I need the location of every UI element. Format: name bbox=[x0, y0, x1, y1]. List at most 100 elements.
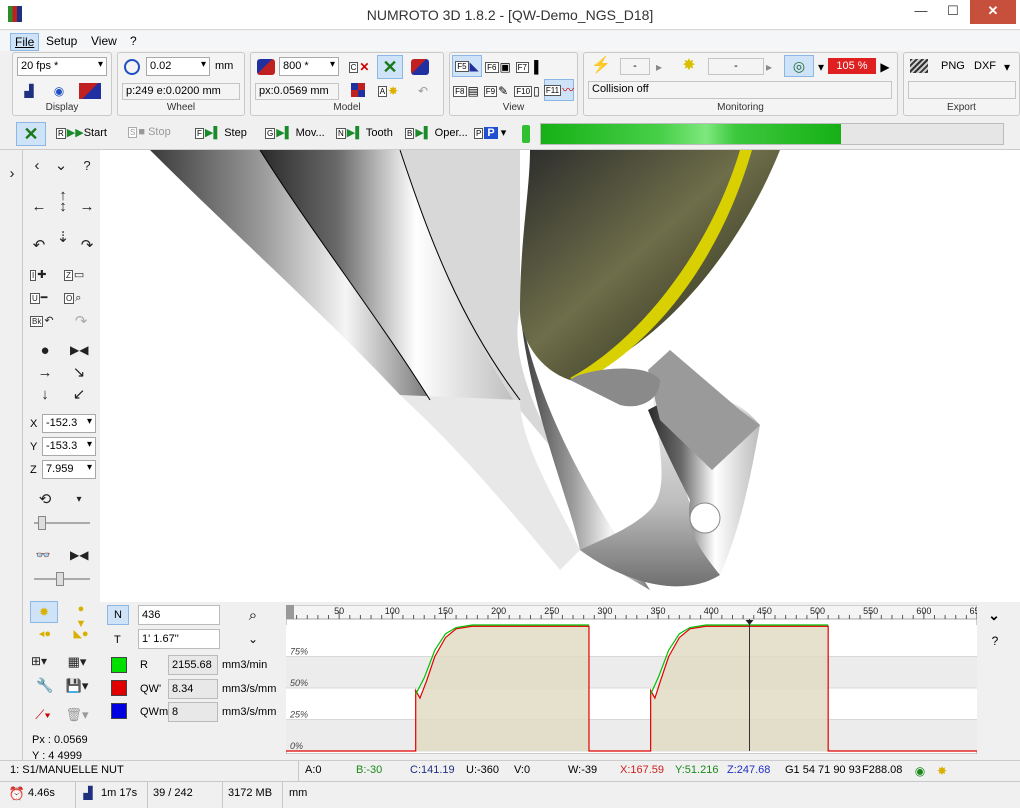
model-view-icon[interactable] bbox=[411, 59, 429, 75]
view-f11[interactable]: F11 〰 bbox=[543, 79, 574, 101]
pan-right-icon[interactable]: → bbox=[78, 199, 96, 214]
model-icon[interactable] bbox=[257, 59, 275, 75]
reset-button[interactable]: ✕ bbox=[16, 122, 46, 146]
point-icon[interactable]: ● bbox=[36, 343, 54, 358]
machine-icon[interactable]: ▟ bbox=[19, 83, 39, 99]
wheel-value-select[interactable]: 0.02 bbox=[146, 57, 210, 76]
operation-button[interactable]: B ▶▌ Oper... bbox=[405, 126, 468, 139]
removal-rate-chart[interactable]: 50 100 150 200 250 300 350 400 450 500 550 600 650 75… bbox=[286, 605, 977, 754]
zoom-in-button[interactable]: I ✚ bbox=[30, 268, 60, 283]
zoom-out-button[interactable]: U ━ bbox=[30, 291, 60, 306]
model-value-select[interactable]: 800 * bbox=[279, 57, 339, 76]
axis-a: A:0 bbox=[305, 764, 322, 776]
export-field bbox=[908, 81, 1016, 99]
close-model-icon[interactable]: ✕ bbox=[377, 55, 403, 79]
view-diagonal-down-icon[interactable]: ↘ bbox=[70, 365, 88, 380]
menu-help[interactable]: ? bbox=[126, 33, 141, 49]
view-f8[interactable]: F8 ▤ bbox=[452, 83, 480, 99]
move-button[interactable]: G ▶▌ Mov... bbox=[265, 126, 325, 139]
coolant-icon[interactable]: ◉ bbox=[912, 763, 928, 779]
export-dropdown-icon[interactable]: ▾ bbox=[1002, 59, 1012, 75]
view-f10[interactable]: F10 ▯ bbox=[512, 83, 542, 99]
x-coordinate-select[interactable]: -152.3 bbox=[42, 414, 96, 433]
export-stripes-icon[interactable] bbox=[910, 59, 928, 73]
export-dxf-button[interactable]: DXF bbox=[974, 60, 996, 72]
view-right-icon[interactable]: → bbox=[36, 365, 54, 380]
rotate-center-icon[interactable]: ⇣ bbox=[54, 230, 72, 245]
undo-icon[interactable]: ↶ bbox=[415, 83, 431, 99]
tooth-button[interactable]: N ▶▌ Tooth bbox=[336, 126, 393, 139]
rotation-dropdown-icon[interactable]: ▾ bbox=[70, 492, 88, 507]
help-icon[interactable]: ? bbox=[78, 158, 96, 173]
3d-viewport[interactable] bbox=[100, 150, 1020, 602]
step-button[interactable]: F ▶▌ Step bbox=[195, 126, 247, 139]
r-color-swatch[interactable] bbox=[111, 657, 127, 673]
light-corner-icon[interactable]: ◣● bbox=[72, 627, 90, 642]
glasses-icon[interactable]: 👓 bbox=[34, 548, 52, 563]
rotate-right-icon[interactable]: ↷ bbox=[78, 238, 96, 253]
view-f5[interactable]: F5 ◣ bbox=[452, 55, 482, 77]
transparency-slider[interactable] bbox=[34, 572, 90, 586]
mirror-icon[interactable]: ▶◀ bbox=[70, 343, 88, 358]
qw-color-swatch[interactable] bbox=[111, 680, 127, 696]
view-f9[interactable]: F9 ✎ bbox=[482, 83, 510, 99]
stripes-icon[interactable] bbox=[79, 83, 101, 99]
save-icon[interactable]: 💾▾ bbox=[64, 678, 90, 693]
spark-icon[interactable]: ✸ bbox=[934, 763, 950, 779]
maximize-button[interactable]: ☐ bbox=[938, 0, 968, 24]
view-f7[interactable]: F7 ▐ bbox=[514, 59, 540, 75]
grid-icon[interactable]: ▦▾ bbox=[64, 654, 90, 669]
wrench-icon[interactable]: 🔧 bbox=[36, 678, 54, 693]
rotate-left-icon[interactable]: ↶ bbox=[30, 238, 48, 253]
p-button[interactable]: PP ▾ bbox=[474, 126, 506, 139]
pan-center-icon[interactable]: ↕ bbox=[54, 199, 72, 214]
double-chevron-down-icon[interactable]: ⌄ bbox=[52, 158, 70, 173]
light-toggle-icon[interactable]: ✹ bbox=[30, 601, 58, 623]
menu-view[interactable]: View bbox=[87, 33, 121, 49]
checker-icon[interactable] bbox=[351, 83, 365, 97]
measure-icon[interactable]: ⟋▾ bbox=[30, 707, 56, 722]
pan-left-icon[interactable]: ← bbox=[30, 199, 48, 214]
stop-button[interactable]: S ■ Stop bbox=[128, 126, 171, 138]
sun-icon[interactable]: ✸ bbox=[680, 57, 698, 75]
zoom-window-button[interactable]: Z ▭ bbox=[64, 268, 94, 283]
back-view-button[interactable]: Bk ↶ bbox=[30, 314, 60, 329]
start-button[interactable]: R ▶▶Start bbox=[56, 126, 107, 139]
model-a-key[interactable]: A ✸ bbox=[375, 83, 401, 99]
menu-setup[interactable]: Setup bbox=[42, 33, 81, 49]
expand-arrow-icon[interactable]: › bbox=[6, 166, 18, 181]
view-f8-icon: ▤ bbox=[467, 84, 479, 98]
view-diagonal-left-icon[interactable]: ↙ bbox=[70, 387, 88, 402]
arrow-right-icon-2[interactable]: ▸ bbox=[764, 59, 774, 75]
collapse-chevron-icon[interactable]: ⌄ bbox=[986, 608, 1002, 622]
rotation-slider[interactable] bbox=[34, 516, 90, 530]
model-c-key[interactable]: C ✕ bbox=[347, 59, 371, 75]
view-f6[interactable]: F6 ▣ bbox=[484, 59, 512, 75]
rotation-icon[interactable]: ⟲ bbox=[36, 492, 54, 507]
zoom-search-button[interactable]: O ⌕ bbox=[64, 291, 94, 306]
play-icon[interactable]: ▶ bbox=[880, 59, 890, 75]
tool-color-icon[interactable]: ◉ bbox=[49, 83, 69, 99]
light-side-icon[interactable]: ◂● bbox=[36, 627, 54, 642]
search-icon[interactable]: ⌕ bbox=[244, 606, 262, 624]
view-down-icon[interactable]: ↓ bbox=[36, 387, 54, 402]
lightning-icon[interactable]: ⚡ bbox=[591, 57, 611, 75]
export-png-button[interactable]: PNG bbox=[941, 60, 965, 72]
mirror-2-icon[interactable]: ▶◀ bbox=[70, 548, 88, 563]
y-coordinate-select[interactable]: -153.3 bbox=[42, 437, 96, 456]
arrow-right-icon-1[interactable]: ▸ bbox=[654, 59, 664, 75]
back-arrow-icon[interactable]: ‹ bbox=[28, 158, 46, 173]
trash-icon[interactable]: 🗑▾ bbox=[64, 707, 90, 722]
target-icon[interactable]: ◎ bbox=[784, 55, 814, 77]
menu-file[interactable]: File bbox=[10, 33, 40, 51]
target-dropdown-icon[interactable]: ▾ bbox=[816, 59, 826, 75]
z-coordinate-select[interactable]: 7.959 bbox=[42, 460, 96, 479]
settings-icon[interactable]: ⊞▾ bbox=[30, 654, 48, 669]
fps-select[interactable]: 20 fps * bbox=[17, 57, 107, 76]
qwm-color-swatch[interactable] bbox=[111, 703, 127, 719]
close-button[interactable]: ✕ bbox=[970, 0, 1016, 24]
minimize-button[interactable]: — bbox=[906, 0, 936, 24]
redo-view-icon[interactable]: ↷ bbox=[72, 314, 90, 329]
chart-help-icon[interactable]: ? bbox=[988, 634, 1002, 648]
chevron-double-down-icon[interactable]: ⌄ bbox=[246, 630, 260, 648]
